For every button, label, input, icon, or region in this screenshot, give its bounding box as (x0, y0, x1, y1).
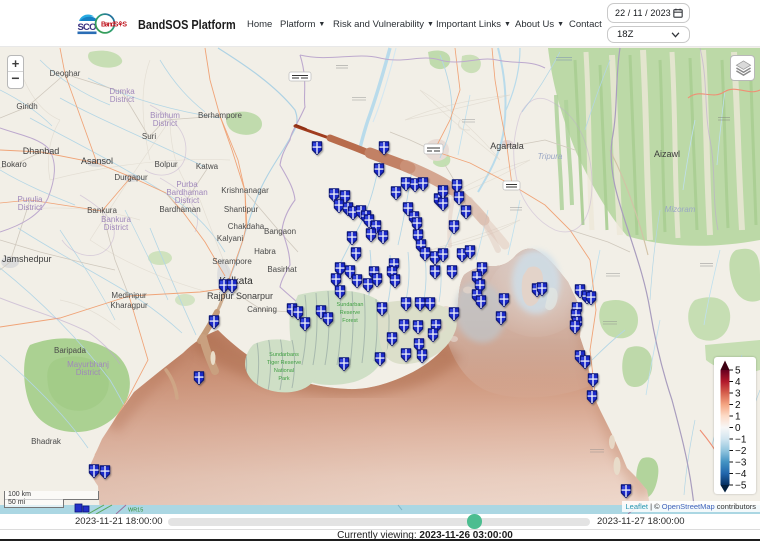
svg-text:Dhanbad: Dhanbad (23, 146, 60, 156)
svg-text:2: 2 (735, 400, 741, 411)
svg-text:District: District (175, 196, 200, 205)
svg-text:District: District (104, 223, 129, 232)
svg-text:−4: −4 (735, 469, 747, 480)
svg-text:Giridh: Giridh (16, 102, 37, 111)
svg-text:3: 3 (735, 389, 741, 400)
svg-text:0: 0 (735, 423, 741, 434)
svg-text:Tripura: Tripura (538, 152, 563, 161)
svg-text:Baripada: Baripada (54, 346, 87, 355)
svg-text:Sundarbans: Sundarbans (269, 352, 299, 358)
svg-text:Bardhaman: Bardhaman (159, 205, 200, 214)
svg-text:Reserve: Reserve (340, 310, 360, 316)
svg-text:Park: Park (278, 376, 290, 382)
svg-text:−5: −5 (735, 481, 747, 492)
svg-text:District: District (153, 119, 178, 128)
svg-text:Kharagpur: Kharagpur (110, 301, 148, 310)
svg-text:−2: −2 (735, 446, 747, 457)
svg-text:4: 4 (735, 377, 741, 388)
svg-text:Asansol: Asansol (81, 156, 113, 166)
svg-text:1: 1 (735, 412, 741, 423)
svg-text:Bankura: Bankura (87, 206, 117, 215)
svg-text:Rajpur Sonarpur: Rajpur Sonarpur (207, 291, 273, 301)
svg-text:Bokaro: Bokaro (1, 160, 27, 169)
svg-text:Medinipur: Medinipur (111, 291, 146, 300)
svg-text:Suri: Suri (142, 132, 156, 141)
svg-text:Sundarban: Sundarban (337, 302, 364, 308)
svg-text:Deoghar: Deoghar (50, 69, 81, 78)
svg-text:Serampore: Serampore (212, 257, 252, 266)
svg-text:Basirhat: Basirhat (267, 265, 297, 274)
svg-text:Agartala: Agartala (490, 141, 524, 151)
svg-text:Jamshedpur: Jamshedpur (2, 254, 52, 264)
svg-text:District: District (76, 368, 101, 377)
svg-text:Bhadrak: Bhadrak (31, 437, 62, 446)
svg-text:District: District (110, 95, 135, 104)
svg-text:Bangaon: Bangaon (264, 227, 296, 236)
svg-text:WR15: WR15 (128, 508, 143, 514)
svg-text:Forest: Forest (342, 318, 358, 324)
svg-text:BandS⚘S: BandS⚘S (101, 21, 127, 29)
svg-text:Katwa: Katwa (196, 162, 219, 171)
svg-text:Kalyani: Kalyani (217, 234, 243, 243)
svg-text:Krishnanagar: Krishnanagar (221, 186, 269, 195)
svg-text:5: 5 (735, 366, 741, 377)
svg-text:Chakdaha: Chakdaha (228, 222, 265, 231)
svg-text:Berhampore: Berhampore (198, 111, 243, 120)
svg-text:Durgapur: Durgapur (114, 173, 148, 182)
svg-text:Shantipur: Shantipur (224, 205, 259, 214)
svg-text:Mizoram: Mizoram (665, 205, 696, 214)
svg-text:−3: −3 (735, 458, 747, 469)
svg-text:Bolpur: Bolpur (154, 160, 177, 169)
svg-text:Tiger Reserve: Tiger Reserve (267, 360, 301, 366)
svg-text:Canning: Canning (247, 305, 277, 314)
svg-text:National: National (274, 368, 294, 374)
svg-text:District: District (18, 203, 43, 212)
svg-text:−1: −1 (735, 435, 747, 446)
svg-text:Habra: Habra (254, 247, 276, 256)
svg-text:Aizawl: Aizawl (654, 149, 680, 159)
